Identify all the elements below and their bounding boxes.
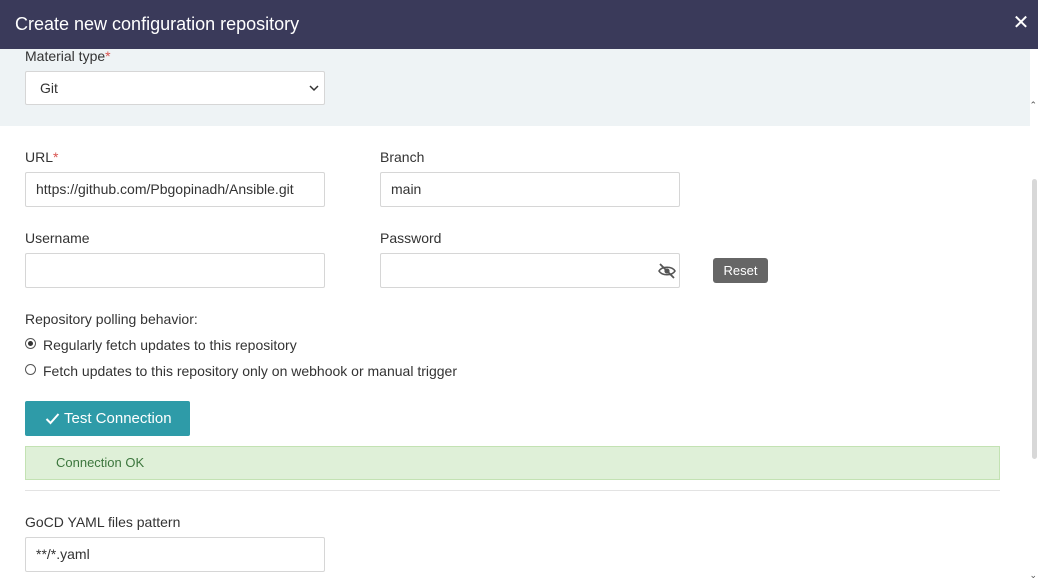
scroll-thumb[interactable] (1032, 179, 1037, 459)
radio-button-checked[interactable] (25, 338, 36, 349)
chevron-down-icon (309, 85, 319, 92)
radio-button[interactable] (25, 364, 36, 375)
polling-option-label: Regularly fetch updates to this reposito… (43, 337, 297, 353)
branch-input[interactable]: main (380, 172, 680, 207)
branch-label: Branch (380, 149, 425, 165)
yaml-pattern-label: GoCD YAML files pattern (25, 514, 181, 530)
scroll-up-icon[interactable]: ⌃ (1029, 100, 1037, 110)
eye-slash-icon[interactable] (657, 262, 677, 280)
connection-status-message: Connection OK (25, 446, 1000, 480)
dialog-title: Create new configuration repository (15, 14, 300, 34)
test-connection-button[interactable]: Test Connection (25, 401, 190, 436)
reset-password-button[interactable]: Reset (713, 258, 768, 283)
scroll-down-icon[interactable]: ⌄ (1029, 570, 1037, 580)
dialog-header: Create new configuration repository ✕ (0, 0, 1038, 49)
url-label: URL* (25, 148, 58, 166)
username-input[interactable] (25, 253, 325, 288)
divider (25, 490, 1000, 491)
material-type-label: Material type* (25, 47, 111, 65)
material-type-select[interactable]: Git (25, 71, 325, 105)
required-mark: * (105, 48, 111, 64)
url-label-text: URL (25, 149, 54, 165)
username-label: Username (25, 230, 90, 246)
password-label: Password (380, 230, 442, 246)
required-mark: * (53, 149, 59, 165)
material-type-value: Git (40, 80, 58, 96)
test-connection-label: Test Connection (64, 410, 172, 427)
yaml-pattern-value: **/*.yaml (36, 546, 90, 562)
password-input[interactable] (380, 253, 680, 288)
yaml-pattern-input[interactable]: **/*.yaml (25, 537, 325, 572)
material-type-label-text: Material type (25, 48, 106, 64)
polling-option-label: Fetch updates to this repository only on… (43, 363, 458, 379)
close-icon[interactable]: ✕ (1012, 12, 1030, 34)
polling-label: Repository polling behavior: (25, 311, 198, 327)
url-input[interactable]: https://github.com/Pbgopinadh/Ansible.gi… (25, 172, 325, 207)
check-icon (45, 413, 60, 425)
branch-value: main (391, 181, 422, 197)
url-value: https://github.com/Pbgopinadh/Ansible.gi… (36, 181, 294, 197)
scrollbar[interactable]: ⌃ ⌄ (1029, 49, 1038, 582)
